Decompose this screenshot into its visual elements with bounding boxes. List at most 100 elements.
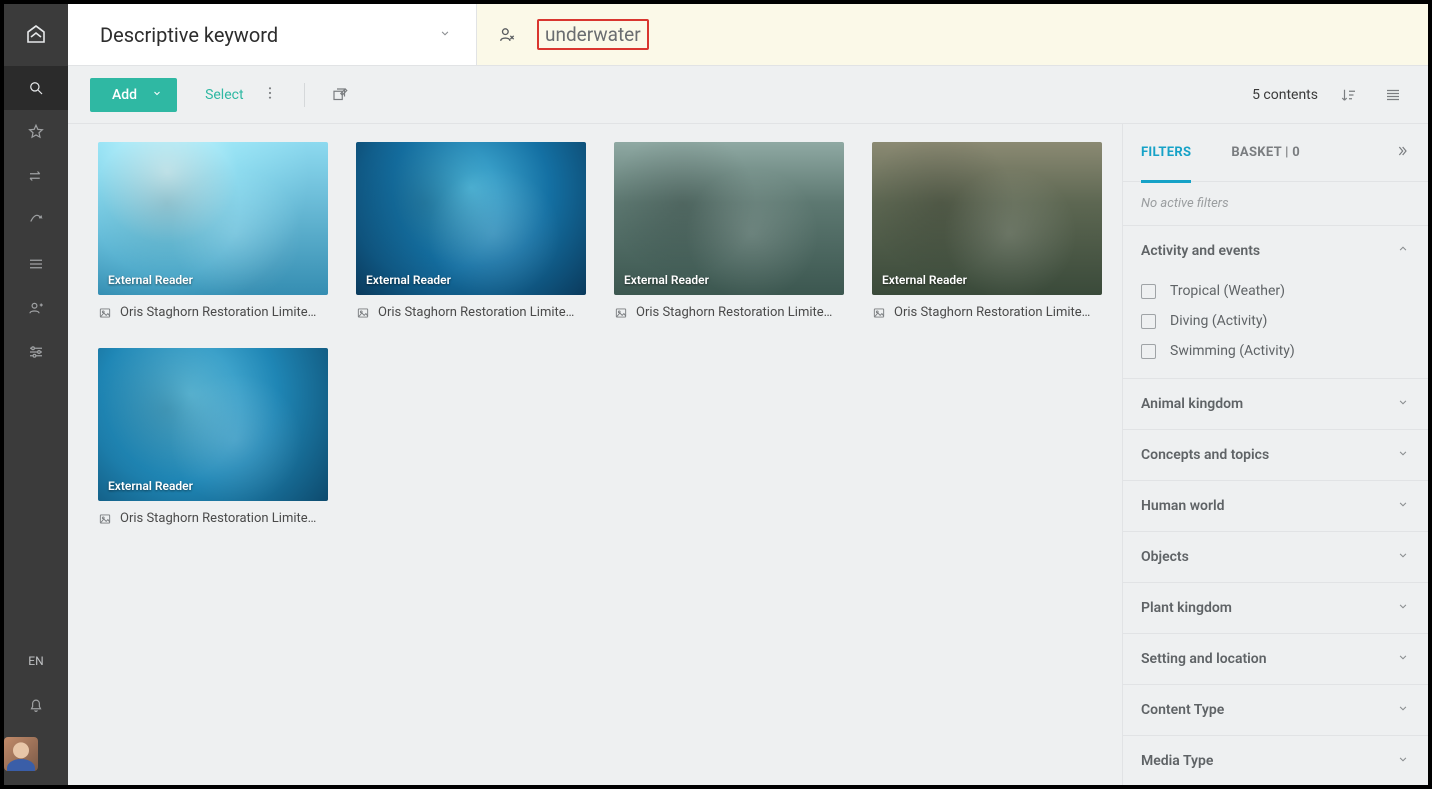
facet-header[interactable]: Plant kingdom xyxy=(1123,583,1428,633)
language-switch[interactable]: EN xyxy=(4,639,68,683)
view-list-icon[interactable] xyxy=(1380,82,1406,108)
search-bar[interactable]: underwater xyxy=(476,4,1428,65)
nav-share[interactable] xyxy=(4,198,68,242)
facet-option-label: Swimming (Activity) xyxy=(1170,343,1295,359)
facet-title: Animal kingdom xyxy=(1141,396,1243,412)
right-panel-tabs: FILTERS BASKET | 0 xyxy=(1123,124,1428,182)
right-panel: FILTERS BASKET | 0 No active filters Act… xyxy=(1122,124,1428,785)
image-icon xyxy=(98,306,112,320)
nav-list[interactable] xyxy=(4,242,68,286)
expand-icon[interactable] xyxy=(1394,143,1410,163)
result-meta: Oris Staghorn Restoration Limite… xyxy=(356,305,586,320)
notifications-icon[interactable] xyxy=(4,683,68,727)
facet: Objects xyxy=(1123,532,1428,583)
facet-title: Content Type xyxy=(1141,702,1224,718)
chevron-down-icon[interactable] xyxy=(434,21,456,48)
more-actions-icon[interactable] xyxy=(258,81,282,109)
chevron-icon xyxy=(1396,446,1410,464)
result-badge: External Reader xyxy=(108,273,193,287)
chevron-down-icon xyxy=(151,87,163,103)
facet: Content Type xyxy=(1123,685,1428,736)
no-active-filters: No active filters xyxy=(1123,182,1428,226)
facet-header[interactable]: Media Type xyxy=(1123,736,1428,785)
nav-users[interactable] xyxy=(4,286,68,330)
result-badge: External Reader xyxy=(366,273,451,287)
left-sidebar: EN xyxy=(4,4,68,785)
result-meta: Oris Staghorn Restoration Limite… xyxy=(98,305,328,320)
add-button-label: Add xyxy=(112,87,137,103)
result-card[interactable]: External Reader Oris Staghorn Restoratio… xyxy=(356,142,586,320)
results-count: 5 contents xyxy=(1252,87,1318,103)
facet: Concepts and topics xyxy=(1123,430,1428,481)
sort-icon[interactable] xyxy=(1336,82,1362,108)
facet-option-label: Tropical (Weather) xyxy=(1170,283,1285,299)
facet-body: Tropical (Weather) Diving (Activity) Swi… xyxy=(1123,276,1428,378)
result-card[interactable]: External Reader Oris Staghorn Restoratio… xyxy=(98,348,328,526)
facet-option[interactable]: Diving (Activity) xyxy=(1141,306,1410,336)
result-name: Oris Staghorn Restoration Limite… xyxy=(120,511,328,526)
chevron-icon xyxy=(1396,548,1410,566)
facet-header[interactable]: Setting and location xyxy=(1123,634,1428,684)
facet: Human world xyxy=(1123,481,1428,532)
bulk-edit-icon[interactable] xyxy=(327,82,353,108)
facet-title: Activity and events xyxy=(1141,243,1260,259)
result-meta: Oris Staghorn Restoration Limite… xyxy=(614,305,844,320)
search-term[interactable]: underwater xyxy=(537,19,649,50)
divider xyxy=(304,83,305,107)
facet-header[interactable]: Content Type xyxy=(1123,685,1428,735)
facet-title: Plant kingdom xyxy=(1141,600,1232,616)
tab-basket[interactable]: BASKET | 0 xyxy=(1231,124,1300,182)
chevron-icon xyxy=(1396,701,1410,719)
result-meta: Oris Staghorn Restoration Limite… xyxy=(98,511,328,526)
results-grid-area: External Reader Oris Staghorn Restoratio… xyxy=(68,124,1122,785)
select-link[interactable]: Select xyxy=(205,87,243,103)
tab-filters[interactable]: FILTERS xyxy=(1141,124,1191,182)
image-icon xyxy=(356,306,370,320)
facet-header[interactable]: Human world xyxy=(1123,481,1428,531)
facet-list: Activity and events Tropical (Weather) D… xyxy=(1123,226,1428,785)
facet-title: Objects xyxy=(1141,549,1189,565)
add-button[interactable]: Add xyxy=(90,78,177,112)
result-name: Oris Staghorn Restoration Limite… xyxy=(120,305,328,320)
chevron-icon xyxy=(1396,395,1410,413)
nav-search[interactable] xyxy=(4,66,68,110)
facet-header[interactable]: Objects xyxy=(1123,532,1428,582)
facet-header[interactable]: Animal kingdom xyxy=(1123,379,1428,429)
person-clear-icon[interactable] xyxy=(497,25,517,45)
result-thumbnail[interactable]: External Reader xyxy=(872,142,1102,295)
facet-option[interactable]: Swimming (Activity) xyxy=(1141,336,1410,366)
result-thumbnail[interactable]: External Reader xyxy=(98,142,328,295)
result-card[interactable]: External Reader Oris Staghorn Restoratio… xyxy=(872,142,1102,320)
app-logo[interactable] xyxy=(4,4,68,66)
facet: Media Type xyxy=(1123,736,1428,785)
result-card[interactable]: External Reader Oris Staghorn Restoratio… xyxy=(614,142,844,320)
result-card[interactable]: External Reader Oris Staghorn Restoratio… xyxy=(98,142,328,320)
result-thumbnail[interactable]: External Reader xyxy=(614,142,844,295)
checkbox-icon[interactable] xyxy=(1141,314,1156,329)
checkbox-icon[interactable] xyxy=(1141,284,1156,299)
nav-transfers[interactable] xyxy=(4,154,68,198)
result-name: Oris Staghorn Restoration Limite… xyxy=(894,305,1102,320)
facet-header[interactable]: Activity and events xyxy=(1123,226,1428,276)
search-scope-selector[interactable]: Descriptive keyword xyxy=(68,4,476,65)
chevron-icon xyxy=(1396,242,1410,260)
image-icon xyxy=(614,306,628,320)
result-badge: External Reader xyxy=(624,273,709,287)
nav-favorites[interactable] xyxy=(4,110,68,154)
result-thumbnail[interactable]: External Reader xyxy=(98,348,328,501)
image-icon xyxy=(872,306,886,320)
nav-settings[interactable] xyxy=(4,330,68,374)
result-badge: External Reader xyxy=(882,273,967,287)
facet: Activity and events Tropical (Weather) D… xyxy=(1123,226,1428,379)
facet: Animal kingdom xyxy=(1123,379,1428,430)
facet-header[interactable]: Concepts and topics xyxy=(1123,430,1428,480)
checkbox-icon[interactable] xyxy=(1141,344,1156,359)
user-avatar[interactable] xyxy=(4,737,38,771)
main-area: Descriptive keyword underwater Add xyxy=(68,4,1428,785)
result-thumbnail[interactable]: External Reader xyxy=(356,142,586,295)
facet: Plant kingdom xyxy=(1123,583,1428,634)
result-meta: Oris Staghorn Restoration Limite… xyxy=(872,305,1102,320)
facet-title: Concepts and topics xyxy=(1141,447,1269,463)
result-name: Oris Staghorn Restoration Limite… xyxy=(636,305,844,320)
facet-option[interactable]: Tropical (Weather) xyxy=(1141,276,1410,306)
